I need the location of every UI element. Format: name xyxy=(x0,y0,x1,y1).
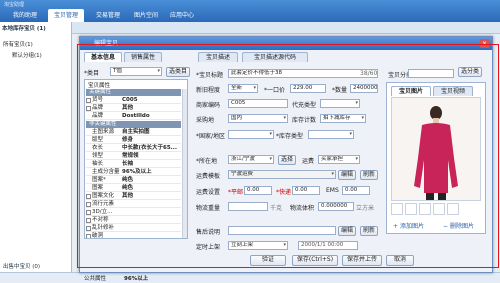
status-attr-value: 96%以上 xyxy=(124,276,149,282)
left-tree-pane xyxy=(0,22,72,283)
nav-tab-trades[interactable]: 交易管理 xyxy=(90,9,126,22)
nav-tab-items[interactable]: 宝贝管理 xyxy=(48,9,84,22)
status-bar xyxy=(0,272,500,283)
app-name: 淘宝助理 xyxy=(4,2,25,8)
nav-tab-apps[interactable]: 应用中心 xyxy=(164,9,200,22)
status-attr: 公共属性 xyxy=(84,276,107,282)
tree-onsale[interactable]: 出售中宝贝 (0) xyxy=(3,262,40,270)
tree-item-all[interactable]: 所有宝贝(1) xyxy=(3,40,33,48)
background-toolbar xyxy=(72,22,500,34)
nav-tab-my-assistant[interactable]: 我的助理 xyxy=(8,9,42,22)
tree-item-default[interactable]: 默认分组(1) xyxy=(12,51,42,59)
highlight-frame xyxy=(77,44,499,268)
nav-tab-images[interactable]: 图片空间 xyxy=(128,9,164,22)
tree-header: 本地库存宝贝 (1) xyxy=(2,26,46,32)
